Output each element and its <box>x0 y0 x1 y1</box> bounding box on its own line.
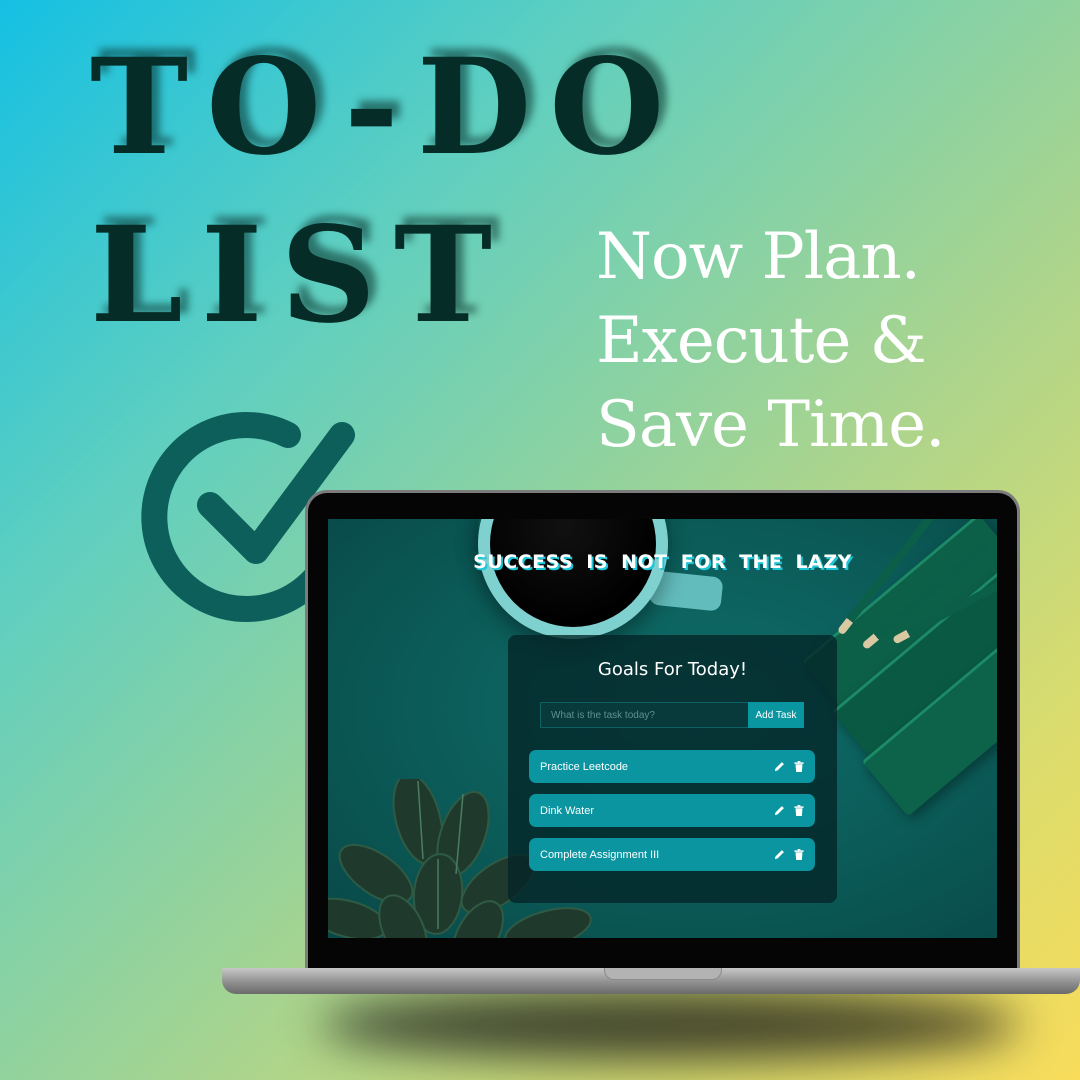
task-text: Complete Assignment III <box>540 848 660 861</box>
task-list: Practice Leetcode Dink Water Complete As… <box>529 750 815 882</box>
trash-icon[interactable] <box>794 849 804 860</box>
laptop-notch <box>604 968 722 980</box>
headline-line-list: LIST LIST <box>90 202 650 342</box>
tagline-line: Execute & <box>596 304 927 378</box>
todo-panel: Goals For Today! Add Task Practice Leetc… <box>508 635 837 903</box>
trash-icon[interactable] <box>794 761 804 772</box>
headline-text: LIST <box>90 198 511 353</box>
task-text: Dink Water <box>540 804 594 817</box>
laptop-screen: SUCCESS IS NOT FOR THE LAZY Goals For To… <box>328 519 997 938</box>
tagline-line: Now Plan. <box>596 220 921 294</box>
add-task-button[interactable]: Add Task <box>748 702 804 728</box>
tagline-line: Save Time. <box>596 388 945 462</box>
headline-line-todo: TO-DO TO-DO <box>90 34 672 174</box>
pencil-icon[interactable] <box>774 849 785 860</box>
task-item: Complete Assignment III <box>529 838 815 871</box>
poster-headline: TO-DO TO-DO LIST LIST <box>90 30 672 342</box>
headline-text: TO-DO <box>90 30 683 185</box>
task-item: Practice Leetcode <box>529 750 815 783</box>
task-input[interactable] <box>540 702 748 728</box>
task-actions <box>774 849 804 860</box>
panel-title: Goals For Today! <box>597 659 748 680</box>
task-actions <box>774 761 804 772</box>
task-text: Practice Leetcode <box>540 760 629 773</box>
laptop-shadow <box>320 990 1020 1060</box>
pencil-icon[interactable] <box>774 761 785 772</box>
poster-tagline: Now Plan. Execute & Save Time. <box>596 215 1066 467</box>
trash-icon[interactable] <box>794 805 804 816</box>
task-form: Add Task <box>540 702 804 728</box>
motto-heading: SUCCESS IS NOT FOR THE LAZY <box>473 551 852 573</box>
pencil-icon[interactable] <box>774 805 785 816</box>
task-actions <box>774 805 804 816</box>
task-item: Dink Water <box>529 794 815 827</box>
